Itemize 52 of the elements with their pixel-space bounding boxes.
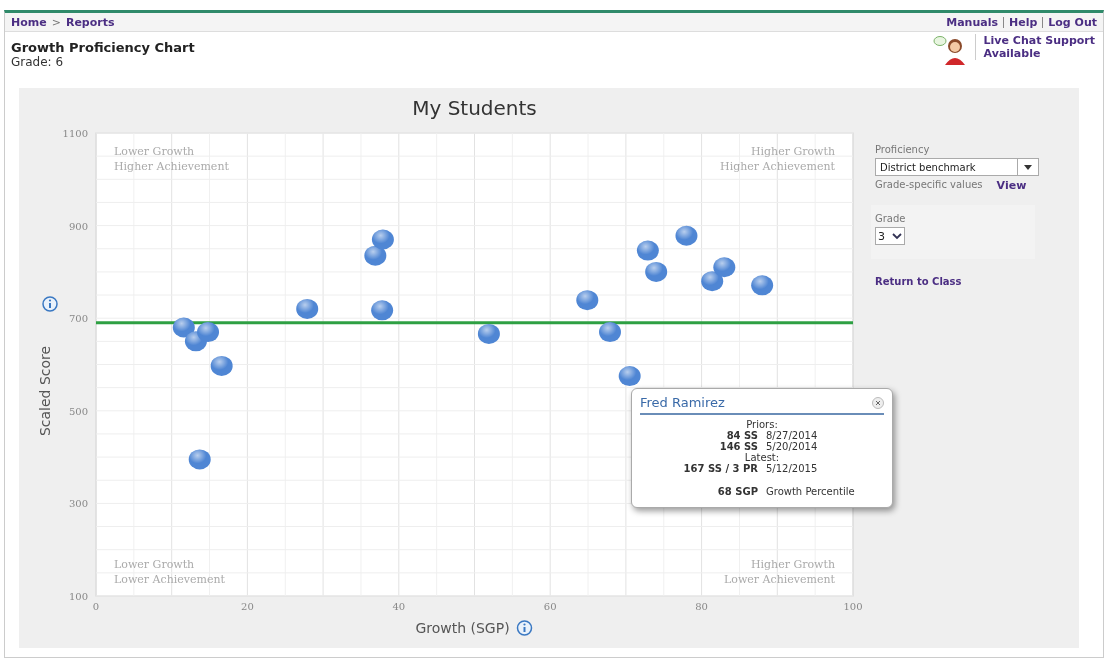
grade-dropdown[interactable]: 3 <box>875 227 905 245</box>
info-icon[interactable] <box>42 296 58 312</box>
tick-label: 300 <box>68 498 88 510</box>
score-note: 8/27/2014 <box>766 430 819 441</box>
quadrant-label: Lower Growth Lower Achievement <box>114 558 225 586</box>
score-note: Growth Percentile <box>766 486 856 497</box>
breadcrumb-separator: > <box>51 15 61 29</box>
tooltip-heading: Latest: <box>744 452 780 463</box>
tick-label: 40 <box>392 601 406 612</box>
y-axis-label: Scaled Score <box>37 345 53 437</box>
top-link[interactable]: Manuals <box>946 15 998 29</box>
tick-label: 60 <box>543 601 557 612</box>
info-icon[interactable] <box>516 620 533 636</box>
proficiency-label: Proficiency <box>875 144 931 155</box>
chat-status: Available <box>983 47 1042 60</box>
score-value: 167 SS / 3 PR <box>682 463 758 474</box>
tick-label: 20 <box>241 601 254 612</box>
live-chat-link[interactable]: Live Chat Support <box>983 34 1095 47</box>
view-link[interactable]: View <box>996 179 1027 192</box>
proficiency-dropdown[interactable]: District benchmark <box>875 158 1039 176</box>
top-link[interactable]: Help <box>1008 15 1038 29</box>
page-title: Growth Proficiency Chart <box>11 40 195 55</box>
chevron-icon <box>892 232 902 240</box>
quadrant-label: Lower Growth Higher Achievement <box>114 145 229 173</box>
top-link[interactable]: Log Out <box>1048 15 1097 29</box>
tick-label: 700 <box>68 313 88 325</box>
breadcrumb-link[interactable]: Reports <box>65 15 115 29</box>
hint-text: Grade-specific values <box>875 179 983 192</box>
grade-filter-label: Grade <box>875 213 907 224</box>
tick-label: 900 <box>68 220 88 232</box>
quadrant-label: Higher Growth Lower Achievement <box>724 558 835 586</box>
grade-label: Grade: 6 <box>11 55 65 69</box>
tick-label: 1100 <box>62 128 88 139</box>
score-value: 84 SS <box>725 430 758 441</box>
caret-icon <box>1024 164 1032 170</box>
x-axis-label: Growth (SGP) <box>415 620 510 636</box>
tick-label: 100 <box>843 601 863 612</box>
tick-label: 500 <box>68 405 88 417</box>
breadcrumb-link[interactable]: Home <box>11 15 47 29</box>
score-note: 5/12/2015 <box>766 463 819 474</box>
student-name: Fred Ramirez <box>640 395 725 410</box>
tick-label: 80 <box>695 601 708 612</box>
close-icon[interactable] <box>872 396 884 409</box>
tick-label: 0 <box>92 601 100 612</box>
tooltip-heading: Priors: <box>746 419 778 430</box>
return-link[interactable]: Return to Class <box>875 276 1065 287</box>
score-value: 146 SS <box>718 441 758 452</box>
score-note: 5/20/2014 <box>766 441 819 452</box>
quadrant-label: Higher Growth Higher Achievement <box>720 145 835 173</box>
chart-title: My Students <box>412 96 537 120</box>
score-value: 68 SGP <box>716 486 758 497</box>
tick-label: 100 <box>68 591 88 602</box>
